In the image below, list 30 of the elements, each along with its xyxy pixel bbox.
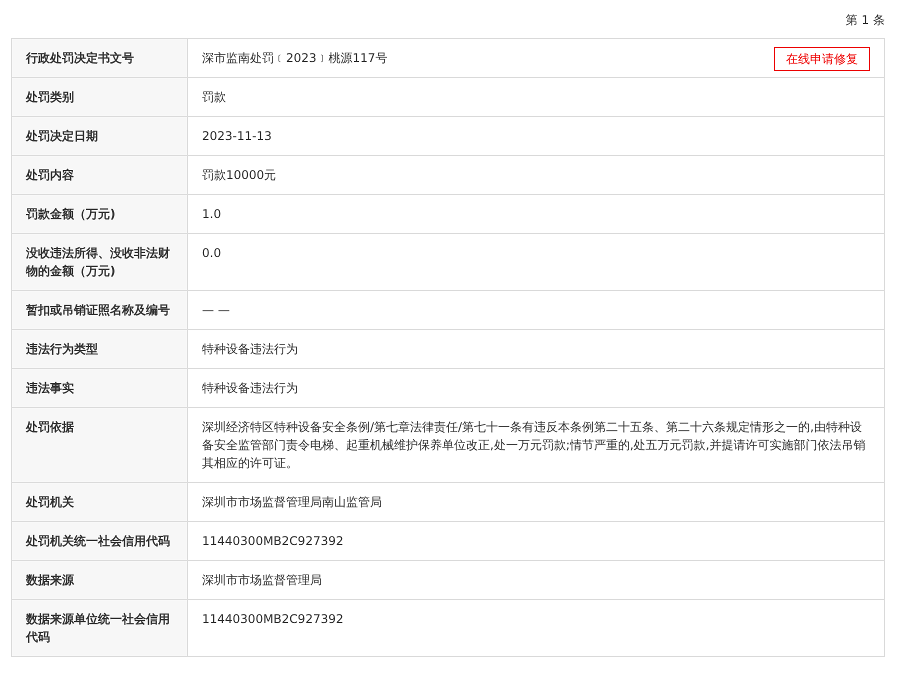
- field-value: 罚款: [188, 78, 884, 116]
- field-value: 特种设备违法行为: [188, 368, 884, 408]
- field-label: 处罚类别: [12, 78, 188, 116]
- field-label: 违法事实: [12, 368, 188, 408]
- field-value: 深圳市市场监督管理局: [188, 560, 884, 600]
- field-label: 处罚依据: [12, 408, 188, 482]
- field-label: 数据来源: [12, 560, 188, 600]
- field-value: — —: [188, 290, 884, 330]
- field-label: 数据来源单位统一社会信用代码: [12, 600, 188, 656]
- field-label: 没收违法所得、没收非法财物的金额（万元): [12, 234, 188, 290]
- field-label: 暂扣或吊销证照名称及编号: [12, 290, 188, 330]
- field-value: 特种设备违法行为: [188, 330, 884, 368]
- field-label: 违法行为类型: [12, 330, 188, 368]
- field-label: 处罚机关统一社会信用代码: [12, 522, 188, 560]
- field-label: 行政处罚决定书文号: [12, 38, 188, 78]
- field-value: 深圳经济特区特种设备安全条例/第七章法律责任/第七十一条有违反本条例第二十五条、第二十六条规定情形之一的,由特种设备安全监管部门责令电梯、起重机械维护保养单位改正,处一万元罚款;情节严重的,处五万元罚款,并提请许可实施部门依法吊销其相应的许可证。: [188, 408, 884, 482]
- field-value: 1.0: [188, 194, 884, 234]
- field-value: 罚款10000元: [188, 156, 884, 194]
- field-label: 罚款金额（万元): [12, 194, 188, 234]
- field-label: 处罚机关: [12, 482, 188, 522]
- field-value: 深圳市市场监督管理局南山监管局: [188, 482, 884, 522]
- field-value: 0.0: [188, 234, 884, 290]
- repair-button[interactable]: 在线申请修复: [774, 47, 870, 71]
- field-value: 深市监南处罚﹝2023﹞桃源117号 在线申请修复: [188, 38, 884, 78]
- field-value: 11440300MB2C927392: [188, 600, 884, 656]
- field-value: 2023-11-13: [188, 116, 884, 156]
- field-label: 处罚决定日期: [12, 116, 188, 156]
- field-label: 处罚内容: [12, 156, 188, 194]
- field-value: 11440300MB2C927392: [188, 522, 884, 560]
- record-counter: 第 1 条: [846, 12, 885, 29]
